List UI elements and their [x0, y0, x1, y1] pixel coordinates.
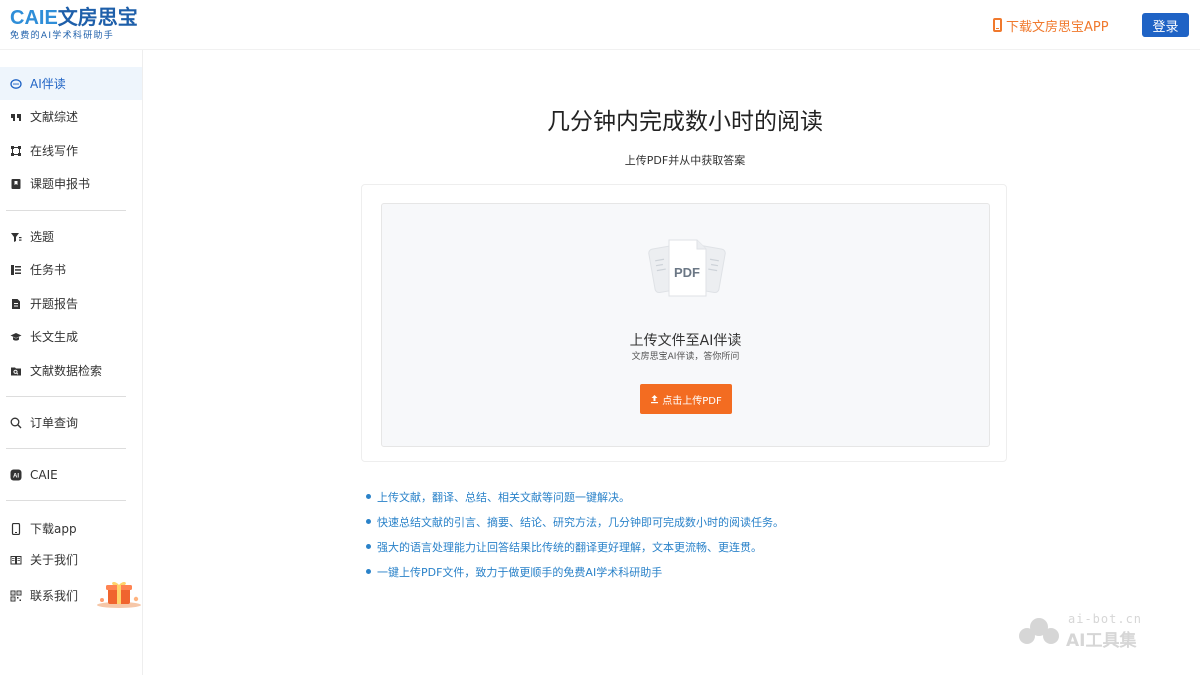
sidebar-item-download-app[interactable]: 下载app [0, 512, 142, 545]
sidebar-item-project-proposal[interactable]: 课题申报书 [0, 167, 142, 200]
page-title: 几分钟内完成数小时的阅读 [547, 109, 823, 135]
phone-icon [993, 18, 1002, 32]
bullet-dot [366, 519, 371, 524]
download-app-link[interactable]: 下载文房思宝APP [993, 15, 1109, 35]
upload-pdf-button[interactable]: 点击上传PDF [640, 384, 732, 414]
logo-wordmark: CAIE文房思宝 [10, 7, 138, 29]
sidebar-item-label: 课题申报书 [30, 177, 91, 191]
feature-item: 快速总结文献的引言、摘要、结论、研究方法，几分钟即可完成数小时的阅读任务。 [366, 509, 886, 534]
sidebar: AI伴读 文献综述 在线写作 课题申报书 选题 任务书 开题报告 长文生成 文献… [0, 50, 143, 675]
list-icon [10, 264, 22, 276]
feature-item: 上传文献，翻译、总结、相关文献等问题一键解决。 [366, 484, 886, 509]
document-icon [10, 298, 22, 310]
upload-description: 文房思宝AI伴读，答你所问 [631, 352, 740, 362]
watermark-name: AI工具集 [1066, 631, 1137, 651]
upload-title: 上传文件至AI伴读 [629, 333, 742, 349]
sidebar-item-label: 在线写作 [30, 144, 79, 158]
watermark-url: ai-bot.cn [1068, 612, 1143, 626]
sidebar-item-label: AI伴读 [30, 77, 66, 91]
logo-tagline: 免费的AI学术科研助手 [10, 31, 115, 41]
upload-icon [651, 395, 659, 404]
sidebar-item-literature-search[interactable]: 文献数据检索 [0, 354, 142, 387]
sidebar-item-long-text[interactable]: 长文生成 [0, 320, 142, 353]
graduation-cap-icon [10, 331, 22, 343]
bullet-dot [366, 569, 371, 574]
quote-icon [10, 111, 22, 123]
sidebar-item-opening-report[interactable]: 开题报告 [0, 287, 142, 320]
sidebar-item-about-us[interactable]: 关于我们 [0, 543, 142, 576]
book-icon [10, 554, 22, 566]
mobile-icon [10, 522, 22, 535]
sidebar-item-caie[interactable]: AI CAIE [0, 458, 142, 491]
gift-illustration [97, 581, 141, 608]
sidebar-divider [6, 500, 126, 501]
chat-bubble-icon [10, 78, 22, 90]
top-header: CAIE文房思宝 免费的AI学术科研助手 下载文房思宝APP 登录 [0, 0, 1200, 50]
logo[interactable]: CAIE文房思宝 免费的AI学术科研助手 [10, 6, 140, 46]
sidebar-divider [6, 396, 126, 397]
sidebar-item-label: 关于我们 [30, 553, 79, 567]
download-app-label: 下载文房思宝APP [1006, 19, 1109, 35]
feature-item: 一键上传PDF文件，致力于做更顺手的免费AI学术科研助手 [366, 559, 886, 584]
upload-dropzone[interactable]: PDF 上传文件至AI伴读 文房思宝AI伴读，答你所问 点击上传PDF [381, 203, 990, 447]
pdf-file-icon: PDF [648, 239, 726, 297]
feature-list: 上传文献，翻译、总结、相关文献等问题一键解决。 快速总结文献的引言、摘要、结论、… [366, 484, 886, 584]
login-button[interactable]: 登录 [1142, 13, 1189, 37]
bookmark-icon [10, 178, 22, 190]
sidebar-item-assignment[interactable]: 任务书 [0, 253, 142, 286]
search-icon [10, 417, 22, 429]
upload-card: PDF 上传文件至AI伴读 文房思宝AI伴读，答你所问 点击上传PDF [361, 184, 1007, 462]
sidebar-item-label: 下载app [30, 522, 77, 536]
sidebar-item-online-writing[interactable]: 在线写作 [0, 134, 142, 167]
sidebar-item-label: 文献数据检索 [30, 364, 103, 378]
sidebar-item-label: 开题报告 [30, 297, 79, 311]
svg-text:PDF: PDF [674, 265, 700, 280]
filter-icon [10, 231, 22, 243]
upload-button-label: 点击上传PDF [662, 395, 722, 407]
ai-badge-icon: AI [10, 469, 22, 481]
svg-text:AI: AI [13, 473, 19, 479]
page-subtitle: 上传PDF并从中获取答案 [624, 154, 746, 167]
sidebar-item-label: 订单查询 [30, 416, 79, 430]
sidebar-item-literature-review[interactable]: 文献综述 [0, 100, 142, 133]
sidebar-item-order-query[interactable]: 订单查询 [0, 406, 142, 439]
bullet-dot [366, 494, 371, 499]
sidebar-item-label: 选题 [30, 230, 55, 244]
sidebar-item-ai-reading[interactable]: AI伴读 [0, 67, 142, 100]
folder-search-icon [10, 365, 22, 377]
sidebar-divider [6, 210, 126, 211]
sidebar-item-label: 长文生成 [30, 330, 79, 344]
feature-item: 强大的语言处理能力让回答结果比传统的翻译更好理解，文本更流畅、更连贯。 [366, 534, 886, 559]
bullet-dot [366, 544, 371, 549]
sidebar-item-label: CAIE [30, 467, 58, 482]
sidebar-item-label: 文献综述 [30, 110, 79, 124]
sidebar-item-topic-selection[interactable]: 选题 [0, 220, 142, 253]
watermark-logo-icon [1019, 618, 1059, 644]
write-icon [10, 145, 22, 157]
sidebar-item-label: 任务书 [30, 263, 67, 277]
watermark: ai-bot.cn AI工具集 [1016, 612, 1156, 652]
sidebar-item-label: 联系我们 [30, 589, 79, 603]
qr-code-icon [10, 590, 22, 602]
sidebar-divider [6, 448, 126, 449]
